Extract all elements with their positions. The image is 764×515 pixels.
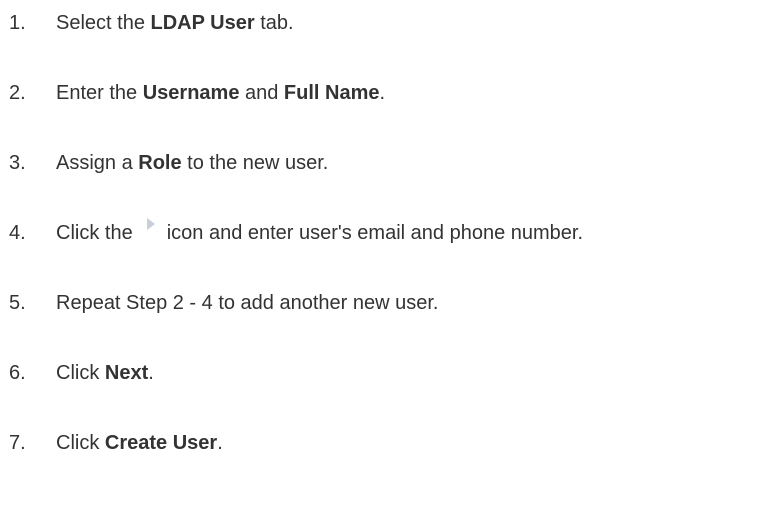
step-text-segment: Click the [56, 222, 133, 244]
step-text-segment: . [379, 82, 386, 104]
full-name-label: Full Name [283, 82, 380, 104]
step-text-segment: . [217, 432, 223, 454]
step-text: Click the icon and enter user's email and… [56, 218, 583, 248]
play-icon [146, 218, 155, 230]
step-text: Enter the Username and Full Name. [56, 78, 385, 108]
step-text: Assign a Role to the new user. [56, 148, 328, 178]
step-text: Select the LDAP User tab. [56, 8, 294, 38]
step-text-segment: Assign a [56, 152, 139, 174]
step-number: 7. [9, 432, 26, 454]
step-text-segment: Click [56, 362, 105, 384]
create-user-label: Create User [104, 432, 218, 454]
step-text: Repeat Step 2 - 4 to add another new use… [56, 288, 438, 318]
step-text-segment: and [239, 82, 284, 104]
step-text-segment: icon and enter user's email and phone nu… [166, 222, 584, 244]
step-number: 1. [9, 12, 26, 34]
step-text: Click Next. [56, 358, 154, 388]
step-number: 2. [9, 82, 26, 104]
next-label: Next [104, 362, 149, 384]
step-text-segment: . [148, 362, 154, 384]
step-text-segment: tab. [254, 12, 294, 34]
step-text-segment: Repeat Step 2 - 4 to add another new use… [56, 292, 439, 314]
username-label: Username [142, 82, 240, 104]
ldap-user-tab-label: LDAP User [150, 12, 255, 34]
step-text: Click Create User. [56, 428, 223, 458]
step-text-segment: Select the [56, 12, 151, 34]
step-number: 3. [9, 152, 26, 174]
step-text-segment: to the new user. [181, 152, 329, 174]
role-label: Role [138, 152, 182, 174]
step-number: 5. [9, 292, 26, 314]
step-number: 4. [9, 222, 26, 244]
step-number: 6. [9, 362, 26, 384]
step-text-segment: Enter the [56, 82, 143, 104]
step-text-segment: Click [56, 432, 105, 454]
